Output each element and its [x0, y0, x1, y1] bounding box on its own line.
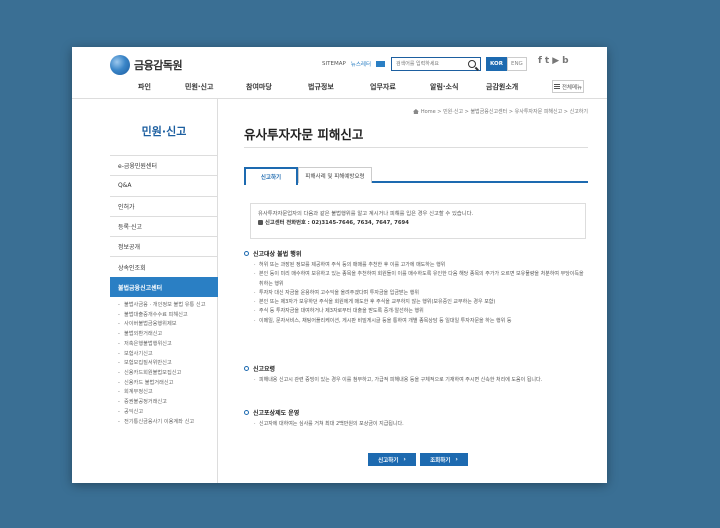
circle-bullet-icon — [244, 366, 249, 371]
gnb-item-news[interactable]: 알림·소식 — [430, 82, 458, 92]
side-sub-item[interactable]: 보험모집질서위반신고 — [118, 359, 218, 369]
title-divider — [244, 147, 588, 148]
side-sub-item[interactable]: 신용카드회원불법모집신고 — [118, 369, 218, 379]
side-item-inheritance[interactable]: 상속인조회 — [110, 256, 218, 276]
side-item-e-complaint[interactable]: e-금융민원센터 — [110, 155, 218, 175]
side-sub-item[interactable]: 불법대출중개수수료 피해신고 — [118, 311, 218, 321]
hamburger-icon — [553, 84, 560, 89]
lang-eng-button[interactable]: ENG — [506, 57, 527, 71]
phone-icon — [258, 220, 263, 225]
gnb-item-complaint[interactable]: 민원·신고 — [185, 82, 213, 92]
logo-globe-icon — [110, 55, 130, 75]
breadcrumb-item[interactable]: 민원·신고 — [443, 108, 463, 115]
tab-report[interactable]: 신고하기 — [244, 167, 298, 185]
side-item-license[interactable]: 인허가 — [110, 195, 218, 216]
list-item: 투자자 대신 자금을 운용하여 고수익을 올려주겠다며 투자금을 입금받는 행위 — [254, 289, 588, 299]
gnb-item-participation[interactable]: 참여마당 — [246, 82, 272, 92]
side-sub-item[interactable]: 신용카드 불법거래신고 — [118, 379, 218, 389]
tab-cases[interactable]: 피해사례 및 피해예방요령 — [298, 167, 372, 183]
main-content: Home > 민원·신고 > 불법금융신고센터 > 유사투자자문 피해신고 > … — [244, 99, 588, 483]
section-title: 신고대상 불법 행위 — [244, 249, 588, 258]
action-buttons: 신고하기 › 조회하기 › — [368, 453, 472, 466]
side-nav-menu: e-금융민원센터 Q&A 인허가 등록·신고 정보공개 상속인조회 불법금융신고… — [110, 155, 218, 427]
logo[interactable]: 금융감독원 — [110, 55, 183, 75]
list-item: 본인 또는 제3자가 보유하던 주식을 회원에게 매도한 후 주식을 교부하지 … — [254, 298, 588, 308]
chevron-right-icon: › — [403, 456, 406, 463]
breadcrumb: Home > 민원·신고 > 불법금융신고센터 > 유사투자자문 피해신고 > … — [412, 108, 588, 115]
all-menu-label: 전체메뉴 — [561, 84, 583, 91]
side-item-disclosure[interactable]: 정보공개 — [110, 236, 218, 256]
section-reward: 신고포상제도 운영 신고자에 대하여는 심사를 거쳐 최대 2백만원의 포상금이… — [244, 408, 588, 430]
phone-line: 신고센터 전화번호 : 02)3145-7646, 7634, 7647, 76… — [258, 219, 578, 228]
side-sub-item[interactable]: 보험사기신고 — [118, 350, 218, 360]
home-icon[interactable] — [412, 109, 419, 114]
social-links: f t ▶ b — [538, 56, 572, 66]
side-sub-item[interactable]: 사이버불법금융행위제보 — [118, 320, 218, 330]
gnb-item-about[interactable]: 금감원소개 — [486, 82, 518, 92]
list-item: 본인 등이 미리 매수하여 보유하고 있는 종목을 추천하여 회원들이 이를 매… — [254, 270, 588, 289]
circle-bullet-icon — [244, 410, 249, 415]
breadcrumb-item[interactable]: 유사투자자문 피해신고 — [515, 108, 563, 115]
breadcrumb-current: 신고하기 — [569, 109, 588, 115]
inquiry-button[interactable]: 조회하기 › — [420, 453, 468, 466]
chevron-right-icon: › — [455, 456, 458, 463]
youtube-icon[interactable]: ▶ — [552, 56, 559, 66]
browser-page: 금융감독원 SITEMAP 뉴스레터 KOR ENG f t ▶ b 파인 민원… — [72, 47, 607, 483]
list-item: 피해내용 신고시 관련 증빙이 있는 경우 이를 첨부하고, 가급적 피해내용 … — [254, 376, 588, 386]
breadcrumb-item[interactable]: 불법금융신고센터 — [470, 108, 507, 115]
logo-text: 금융감독원 — [134, 59, 183, 72]
section-report-tips: 신고요령 피해내용 신고시 관련 증빙이 있는 경우 이를 첨부하고, 가급적 … — [244, 364, 588, 386]
intro-box: 유사투자자문업자의 다음과 같은 불법행위를 알고 계시거나 피해를 입은 경우… — [250, 203, 586, 239]
lang-kor-button[interactable]: KOR — [486, 57, 507, 71]
list-item: 신고자에 대하여는 심사를 거쳐 최대 2백만원의 포상금이 지급됩니다. — [254, 420, 588, 430]
gnb-item-data[interactable]: 업무자료 — [370, 82, 396, 92]
side-sub-item[interactable]: 전기통신금융사기 이용계좌 신고 — [118, 418, 218, 428]
list-item: 이메일, 문자서비스, 채팅어플리케이션, 게시판 비밀게시글 등을 통하여 개… — [254, 317, 588, 327]
section-illegal-acts: 신고대상 불법 행위 허위 또는 과장된 정보를 제공하여 주식 등의 매매를 … — [244, 249, 588, 326]
search-icon[interactable] — [468, 60, 477, 68]
report-button[interactable]: 신고하기 › — [368, 453, 416, 466]
side-item-registration[interactable]: 등록·신고 — [110, 215, 218, 236]
section-title: 신고요령 — [244, 364, 588, 373]
side-item-illegal-finance[interactable]: 불법금융신고센터 — [110, 276, 218, 298]
circle-bullet-icon — [244, 251, 249, 256]
page-title: 유사투자자문 피해신고 — [244, 127, 364, 142]
sitemap-link[interactable]: SITEMAP — [322, 61, 346, 67]
side-sub-item[interactable]: 회계부정신고 — [118, 388, 218, 398]
side-sub-item[interactable]: 증권불공정거래신고 — [118, 398, 218, 408]
list-item: 주식 등 투자자금을 대여하거나 제3자로부터 대출을 받도록 중개·알선하는 … — [254, 307, 588, 317]
side-item-qna[interactable]: Q&A — [110, 175, 218, 195]
side-nav-title: 민원·신고 — [141, 125, 187, 138]
side-sub-menu: 불법사금융 · 개인정보 불법 유통 신고 불법대출중개수수료 피해신고 사이버… — [110, 297, 218, 427]
facebook-icon[interactable]: f — [538, 56, 542, 66]
side-sub-item[interactable]: 불법외환거래신고 — [118, 330, 218, 340]
section-title: 신고포상제도 운영 — [244, 408, 588, 417]
gnb-item-fine[interactable]: 파인 — [138, 82, 151, 92]
breadcrumb-home[interactable]: Home — [421, 109, 436, 115]
search-box — [391, 57, 482, 71]
site-header: 금융감독원 SITEMAP 뉴스레터 KOR ENG f t ▶ b — [72, 47, 607, 77]
main-navigation: 파인 민원·신고 참여마당 법규정보 업무자료 알림·소식 금감원소개 전체메뉴 — [72, 77, 607, 99]
side-navigation: 민원·신고 e-금융민원센터 Q&A 인허가 등록·신고 정보공개 상속인조회 … — [110, 99, 218, 483]
twitter-icon[interactable]: t — [545, 56, 549, 66]
phone-text: 신고센터 전화번호 : 02)3145-7646, 7634, 7647, 76… — [265, 220, 409, 226]
language-switch: KOR ENG — [486, 57, 527, 71]
all-menu-button[interactable]: 전체메뉴 — [552, 80, 584, 93]
tab-bar: 신고하기 피해사례 및 피해예방요령 — [244, 167, 588, 185]
intro-text: 유사투자자문업자의 다음과 같은 불법행위를 알고 계시거나 피해를 입은 경우… — [258, 211, 474, 217]
mail-icon[interactable] — [376, 61, 386, 67]
utility-bar: SITEMAP 뉴스레터 KOR ENG — [322, 57, 527, 71]
side-sub-item[interactable]: 저축은행불법행위신고 — [118, 340, 218, 350]
side-sub-item[interactable]: 공익신고 — [118, 408, 218, 418]
side-sub-item[interactable]: 불법사금융 · 개인정보 불법 유통 신고 — [118, 301, 218, 311]
blog-icon[interactable]: b — [562, 56, 568, 66]
newsletter-link[interactable]: 뉴스레터 — [351, 60, 371, 68]
search-input[interactable] — [392, 59, 467, 69]
gnb-item-law[interactable]: 법규정보 — [308, 82, 334, 92]
list-item: 허위 또는 과장된 정보를 제공하여 주식 등의 매매를 추천한 후 이를 고가… — [254, 261, 588, 271]
